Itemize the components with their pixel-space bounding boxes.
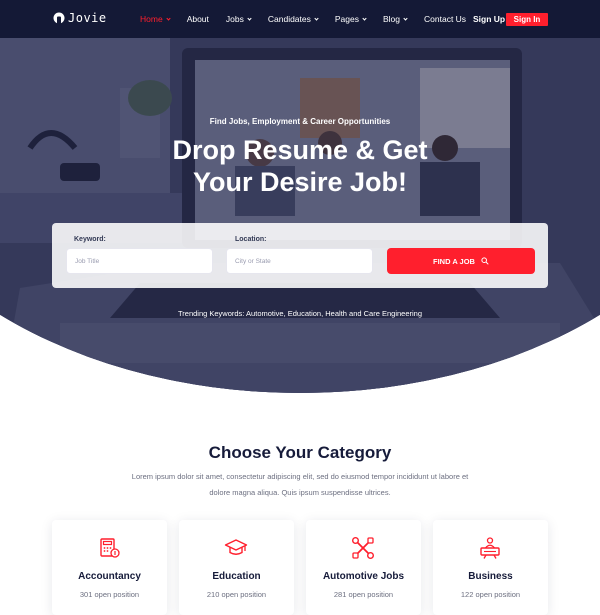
- hero-eyebrow: Find Jobs, Employment & Career Opportuni…: [209, 117, 391, 126]
- category-card-accountancy[interactable]: Accountancy 301 open position: [52, 520, 167, 615]
- chevron-down-icon: [166, 15, 171, 21]
- chevron-down-icon: [362, 15, 367, 21]
- menu-item-blog[interactable]: Blog: [383, 14, 408, 24]
- hero-section: Find Jobs, Employment & Career Opportuni…: [0, 38, 600, 400]
- menu-label: Pages: [334, 14, 359, 24]
- category-card-count: 301 open position: [79, 590, 140, 599]
- menu-label: About: [186, 14, 209, 24]
- job-search-form: Keyword: Job Title Location: City or Sta…: [52, 223, 548, 288]
- menu-item-about[interactable]: About: [187, 14, 209, 24]
- find-job-button[interactable]: FIND A JOB: [387, 248, 535, 274]
- location-input[interactable]: City or State: [226, 248, 373, 274]
- tools-icon: [352, 537, 375, 560]
- category-card-count: 281 open position: [333, 590, 394, 599]
- keyword-label: Keyword:: [74, 236, 106, 243]
- trending-keywords: Trending Keywords: Automotive, Education…: [177, 309, 423, 318]
- menu-label: Jobs: [225, 14, 244, 24]
- keyword-input[interactable]: Job Title: [66, 248, 213, 274]
- category-title: Choose Your Category: [208, 443, 392, 462]
- category-card-title: Accountancy: [78, 571, 141, 582]
- category-cards: Accountancy 301 open position Education …: [52, 520, 548, 615]
- category-card-title: Automotive Jobs: [322, 571, 405, 582]
- category-card-count: 122 open position: [460, 590, 521, 599]
- location-placeholder: City or State: [235, 257, 271, 265]
- hero-background: Find Jobs, Employment & Career Opportuni…: [0, 38, 600, 393]
- brand-name: Jovie: [68, 11, 107, 25]
- category-card-business[interactable]: Business 122 open position: [433, 520, 548, 615]
- menu-item-contact[interactable]: Contact Us: [424, 14, 466, 24]
- menu-item-jobs[interactable]: Jobs: [225, 14, 252, 24]
- accounting-icon: [100, 538, 120, 558]
- location-label: Location:: [235, 236, 267, 243]
- menu-item-pages[interactable]: Pages: [334, 14, 367, 24]
- hero-title: Drop Resume & Get Your Desire Job!: [0, 134, 600, 198]
- category-card-education[interactable]: Education 210 open position: [179, 520, 294, 615]
- menu-label: Home: [140, 14, 163, 24]
- menu-label: Contact Us: [424, 14, 467, 24]
- category-description: Lorem ipsum dolor sit amet, consectetur …: [131, 472, 469, 497]
- keyword-placeholder: Job Title: [75, 257, 100, 265]
- graduation-cap-icon: [224, 539, 248, 555]
- hero-title-line: Your Desire Job!: [192, 167, 408, 197]
- main-menu: Home About Jobs Candidates Pages Blog Co…: [140, 0, 483, 38]
- sign-in-button[interactable]: Sign In: [506, 13, 548, 26]
- menu-label: Candidates: [267, 14, 311, 24]
- menu-item-home[interactable]: Home: [140, 14, 171, 24]
- search-icon: [481, 257, 489, 265]
- hero-overlay: [0, 38, 600, 393]
- category-card-title: Education: [212, 571, 261, 582]
- presentation-icon: [480, 537, 500, 559]
- menu-item-candidates[interactable]: Candidates: [267, 14, 319, 24]
- category-card-count: 210 open position: [206, 590, 267, 599]
- category-card-title: Business: [468, 571, 513, 582]
- menu-label: Blog: [383, 14, 401, 24]
- find-job-label: FIND A JOB: [433, 256, 475, 266]
- chevron-down-icon: [247, 15, 252, 21]
- brand-logo[interactable]: Jovie: [53, 11, 107, 25]
- chevron-down-icon: [314, 15, 319, 21]
- hero-title-line: Drop Resume & Get: [172, 135, 428, 165]
- top-navbar: Jovie Home About Jobs Candidates Pages B…: [0, 0, 600, 38]
- sign-up-link[interactable]: Sign Up: [473, 14, 505, 24]
- category-card-automotive[interactable]: Automotive Jobs 281 open position: [306, 520, 421, 615]
- chevron-down-icon: [403, 15, 408, 21]
- logo-mark-icon: [53, 12, 65, 24]
